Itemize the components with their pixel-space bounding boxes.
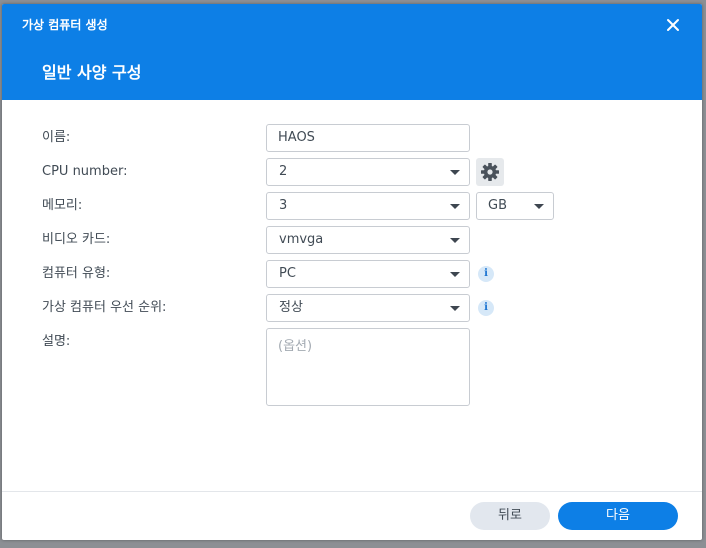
step-title: 일반 사양 구성	[42, 63, 142, 82]
gear-icon	[481, 163, 499, 181]
footer-divider	[2, 491, 702, 492]
priority-value: 정상	[279, 300, 303, 315]
info-icon[interactable]: i	[478, 300, 494, 316]
description-field-container	[266, 328, 470, 406]
chevron-down-icon	[450, 272, 460, 277]
chevron-down-icon	[450, 306, 460, 311]
chevron-down-icon	[450, 170, 460, 175]
machine-type-label: 컴퓨터 유형:	[42, 266, 111, 281]
video-card-value: vmvga	[279, 232, 324, 247]
close-button[interactable]	[662, 14, 684, 36]
cpu-settings-button[interactable]	[476, 158, 504, 186]
cpu-select[interactable]: 2	[266, 158, 470, 186]
machine-type-value: PC	[279, 266, 296, 281]
description-label: 설명:	[42, 334, 71, 349]
next-button[interactable]: 다음	[558, 502, 678, 530]
back-button[interactable]: 뒤로	[470, 502, 550, 530]
info-icon[interactable]: i	[478, 266, 494, 282]
memory-select[interactable]: 3	[266, 192, 470, 220]
create-vm-dialog: 가상 컴퓨터 생성 일반 사양 구성 이름: CPU number: 2	[2, 4, 702, 540]
description-textarea[interactable]	[267, 329, 469, 401]
chevron-down-icon	[534, 204, 544, 209]
name-input[interactable]	[267, 125, 466, 151]
chevron-down-icon	[450, 204, 460, 209]
memory-select-value: 3	[279, 198, 288, 213]
chevron-down-icon	[450, 238, 460, 243]
video-card-select[interactable]: vmvga	[266, 226, 470, 254]
video-card-label: 비디오 카드:	[42, 232, 111, 247]
cpu-label: CPU number:	[42, 164, 128, 179]
close-icon	[667, 19, 679, 31]
name-field-container	[266, 124, 470, 152]
dialog-header: 가상 컴퓨터 생성 일반 사양 구성	[2, 4, 702, 100]
priority-select[interactable]: 정상	[266, 294, 470, 322]
name-label: 이름:	[42, 130, 71, 145]
priority-label: 가상 컴퓨터 우선 순위:	[42, 300, 167, 315]
window-title: 가상 컴퓨터 생성	[22, 18, 108, 32]
machine-type-select[interactable]: PC	[266, 260, 470, 288]
cpu-select-value: 2	[279, 164, 288, 179]
memory-unit-select[interactable]: GB	[476, 192, 554, 220]
memory-unit-value: GB	[488, 198, 507, 213]
memory-label: 메모리:	[42, 198, 83, 213]
